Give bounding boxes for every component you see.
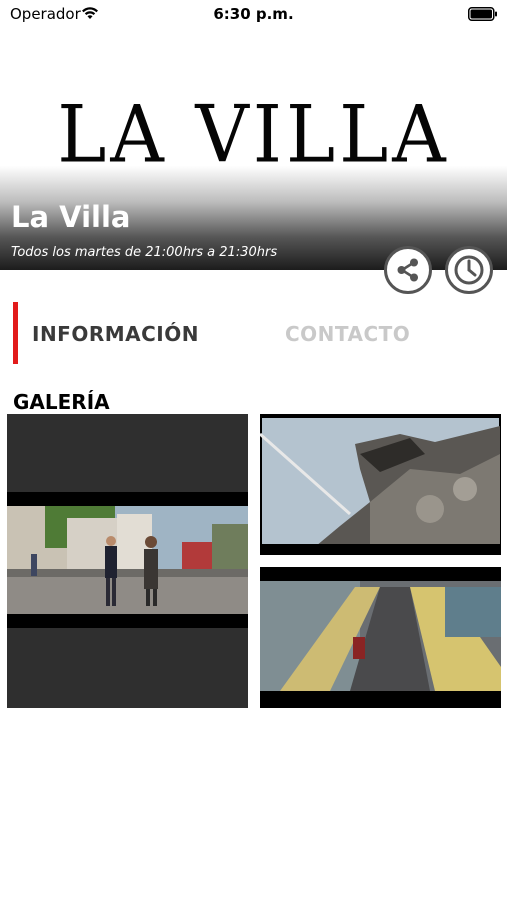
gallery-title: GALERÍA (13, 390, 110, 414)
tab-informacion[interactable]: INFORMACIÓN (32, 322, 199, 346)
tab-contacto[interactable]: CONTACTO (285, 322, 410, 346)
schedule-button[interactable] (445, 246, 493, 294)
show-header: LA VILLA La Villa Todos los martes de 21… (0, 90, 507, 270)
show-logo: LA VILLA (57, 89, 450, 181)
share-icon (397, 258, 418, 282)
gallery-image-street[interactable] (7, 414, 248, 708)
show-schedule: Todos los martes de 21:00hrs a 21:30hrs (11, 245, 278, 260)
share-button[interactable] (384, 246, 432, 294)
battery-icon (468, 7, 497, 21)
gallery-image-aerial[interactable] (260, 567, 501, 708)
clock-icon (454, 255, 484, 285)
active-tab-indicator (13, 302, 18, 364)
status-bar: Operador 6:30 p.m. (0, 0, 507, 28)
show-title: La Villa (11, 200, 131, 234)
status-time: 6:30 p.m. (213, 5, 294, 23)
gallery-image-statue[interactable] (260, 414, 501, 555)
